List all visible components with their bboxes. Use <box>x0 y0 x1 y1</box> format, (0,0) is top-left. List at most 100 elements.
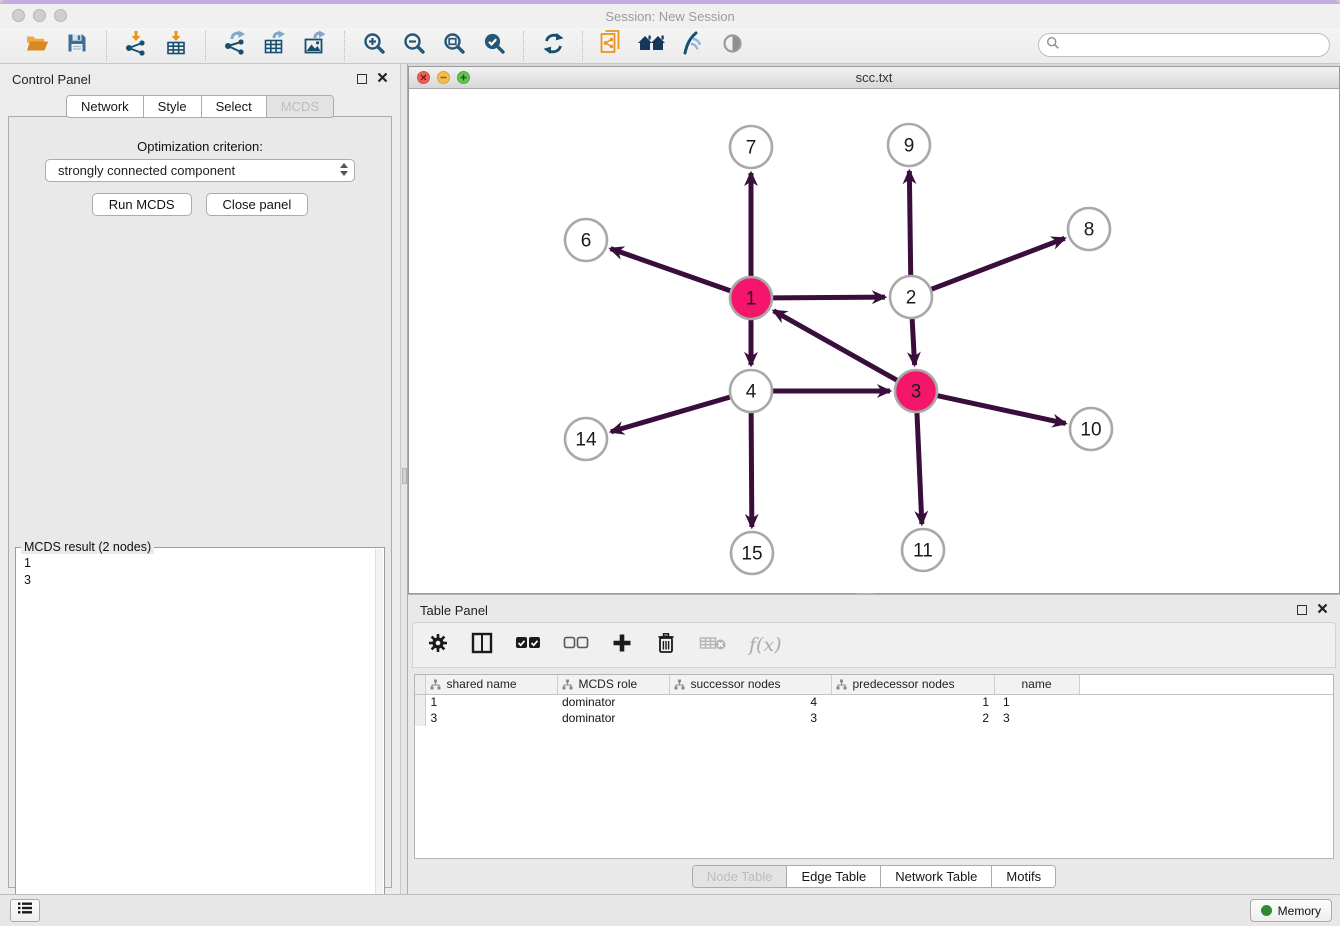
result-scrollbar[interactable] <box>375 549 383 926</box>
graph-edge-3-11[interactable] <box>917 413 922 524</box>
column-header-name[interactable]: name <box>994 675 1079 694</box>
import-network-button[interactable] <box>116 31 156 61</box>
graph-node-6[interactable]: 6 <box>565 219 607 261</box>
graph-node-4[interactable]: 4 <box>730 370 772 412</box>
create-column-button[interactable] <box>611 630 633 660</box>
export-network-icon <box>222 30 248 61</box>
graph-edge-1-6[interactable] <box>611 249 731 291</box>
mcds-result-list[interactable]: 13 <box>18 550 375 926</box>
graph-edge-4-14[interactable] <box>611 397 730 432</box>
graph-edge-2-3[interactable] <box>912 319 914 365</box>
delete-table-button[interactable] <box>699 630 727 660</box>
graph-node-11[interactable]: 11 <box>902 529 944 571</box>
graph-node-1[interactable]: 1 <box>730 277 772 319</box>
export-image-button[interactable] <box>295 31 335 61</box>
refresh-layout-button[interactable] <box>533 31 573 61</box>
close-panel-button[interactable]: Close panel <box>206 193 309 216</box>
tab-mcds[interactable]: MCDS <box>267 96 333 117</box>
table-settings-button[interactable] <box>427 630 449 660</box>
graph-node-15[interactable]: 15 <box>731 532 773 574</box>
export-table-button[interactable] <box>255 31 295 61</box>
graph-node-7[interactable]: 7 <box>730 126 772 168</box>
graph-node-10[interactable]: 10 <box>1070 408 1112 450</box>
svg-text:1: 1 <box>746 289 757 310</box>
deselect-all-columns-button[interactable] <box>563 630 589 660</box>
zoom-fit-button[interactable] <box>434 31 474 61</box>
zoom-selected-button[interactable] <box>474 31 514 61</box>
float-table-panel-icon[interactable] <box>1297 605 1307 615</box>
criterion-dropdown[interactable]: strongly connected component <box>45 159 355 182</box>
graph-node-8[interactable]: 8 <box>1068 208 1110 250</box>
cell-MCDS-role[interactable]: dominator <box>557 694 669 710</box>
save-session-button[interactable] <box>57 31 97 61</box>
cell-successor-nodes[interactable]: 4 <box>669 694 831 710</box>
run-mcds-button[interactable]: Run MCDS <box>92 193 192 216</box>
close-table-panel-icon[interactable] <box>1317 601 1328 619</box>
tab-edge-table[interactable]: Edge Table <box>787 866 881 887</box>
cell-name[interactable]: 3 <box>994 710 1079 726</box>
graph-edge-3-1[interactable] <box>774 311 897 380</box>
zoom-in-button[interactable] <box>354 31 394 61</box>
import-table-button[interactable] <box>156 31 196 61</box>
minimize-window-button[interactable] <box>33 9 46 22</box>
cell-shared-name[interactable]: 3 <box>425 710 557 726</box>
zoom-out-button[interactable] <box>394 31 434 61</box>
clone-network-button[interactable] <box>592 31 632 61</box>
tab-node-table[interactable]: Node Table <box>693 866 788 887</box>
graph-edge-2-8[interactable] <box>932 238 1065 289</box>
graph-node-14[interactable]: 14 <box>565 418 607 460</box>
delete-column-button[interactable] <box>655 630 677 660</box>
graph-node-2[interactable]: 2 <box>890 276 932 318</box>
table-row[interactable]: 3dominator323 <box>415 710 1334 726</box>
vertical-splitter[interactable] <box>400 64 408 894</box>
cell-predecessor-nodes[interactable]: 1 <box>831 694 994 710</box>
cell-shared-name[interactable]: 1 <box>425 694 557 710</box>
tab-network-table[interactable]: Network Table <box>881 866 992 887</box>
network-graph[interactable]: 7 9 6 8 1 2 4 3 14 10 15 11 <box>409 89 1339 593</box>
column-header-predecessor-nodes[interactable]: predecessor nodes <box>831 675 994 694</box>
tab-select[interactable]: Select <box>202 96 267 117</box>
import-network-icon <box>123 30 149 61</box>
graph-node-9[interactable]: 9 <box>888 124 930 166</box>
home-button[interactable] <box>632 31 672 61</box>
graph-edge-3-10[interactable] <box>937 396 1065 424</box>
trash-icon <box>656 632 676 659</box>
export-network-button[interactable] <box>215 31 255 61</box>
table-row[interactable]: 1dominator411 <box>415 694 1334 710</box>
cell-predecessor-nodes[interactable]: 2 <box>831 710 994 726</box>
search-input[interactable] <box>1060 36 1329 54</box>
zoom-window-button[interactable] <box>54 9 67 22</box>
cell-MCDS-role[interactable]: dominator <box>557 710 669 726</box>
graph-edge-1-2[interactable] <box>773 297 885 298</box>
zoom-network-button[interactable] <box>457 71 470 84</box>
network-canvas[interactable]: 7 9 6 8 1 2 4 3 14 10 15 11 <box>409 89 1339 593</box>
cell-name[interactable]: 1 <box>994 694 1079 710</box>
memory-button[interactable]: Memory <box>1250 899 1332 922</box>
cell-successor-nodes[interactable]: 3 <box>669 710 831 726</box>
column-header-successor-nodes[interactable]: successor nodes <box>669 675 831 694</box>
tab-style[interactable]: Style <box>144 96 202 117</box>
float-panel-icon[interactable] <box>357 74 367 84</box>
style-button[interactable] <box>672 31 712 61</box>
splitter-grip[interactable] <box>402 468 407 484</box>
close-network-button[interactable] <box>417 71 430 84</box>
minimize-network-button[interactable] <box>437 71 450 84</box>
select-all-columns-button[interactable] <box>515 630 541 660</box>
task-history-button[interactable] <box>10 899 40 922</box>
function-builder-button[interactable]: f(x) <box>749 630 782 660</box>
graph-edge-4-15[interactable] <box>751 413 752 527</box>
graph-node-3[interactable]: 3 <box>895 370 937 412</box>
row-gutter <box>415 710 425 726</box>
graph-edge-2-9[interactable] <box>909 171 910 275</box>
window-accent-strip <box>0 0 1340 4</box>
tab-network[interactable]: Network <box>67 96 144 117</box>
open-session-button[interactable] <box>17 31 57 61</box>
tab-motifs[interactable]: Motifs <box>992 866 1055 887</box>
column-header-mcds-role[interactable]: MCDS role <box>557 675 669 694</box>
close-window-button[interactable] <box>12 9 25 22</box>
column-header-shared-name[interactable]: shared name <box>425 675 557 694</box>
close-panel-icon[interactable] <box>377 70 388 88</box>
search-field[interactable] <box>1038 33 1330 57</box>
toggle-visibility-button[interactable] <box>712 31 752 61</box>
show-column-panel-button[interactable] <box>471 630 493 660</box>
